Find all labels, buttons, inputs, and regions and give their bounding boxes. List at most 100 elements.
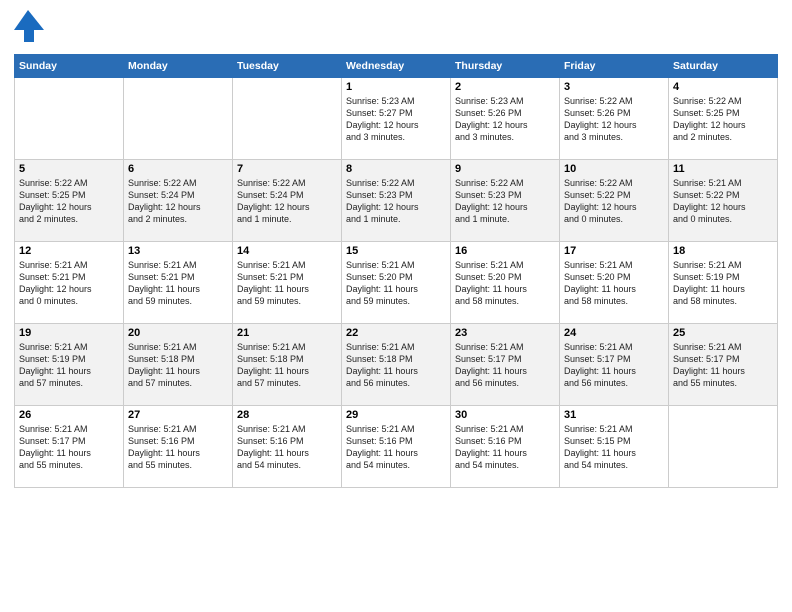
day-info: Sunrise: 5:21 AMSunset: 5:22 PMDaylight:…	[673, 177, 773, 226]
day-number: 11	[673, 163, 773, 175]
calendar-day-cell: 31 Sunrise: 5:21 AMSunset: 5:15 PMDayligh…	[560, 406, 669, 488]
day-info: Sunrise: 5:21 AMSunset: 5:18 PMDaylight:…	[346, 341, 446, 390]
calendar-week-row: 26 Sunrise: 5:21 AMSunset: 5:17 PMDayligh…	[15, 406, 778, 488]
day-info: Sunrise: 5:21 AMSunset: 5:20 PMDaylight:…	[455, 259, 555, 308]
day-number: 21	[237, 327, 337, 339]
day-info: Sunrise: 5:21 AMSunset: 5:21 PMDaylight:…	[19, 259, 119, 308]
calendar-table: SundayMondayTuesdayWednesdayThursdayFrid…	[14, 54, 778, 488]
calendar-day-cell: 7 Sunrise: 5:22 AMSunset: 5:24 PMDaylight…	[233, 160, 342, 242]
calendar-day-cell: 11 Sunrise: 5:21 AMSunset: 5:22 PMDayligh…	[669, 160, 778, 242]
day-info: Sunrise: 5:21 AMSunset: 5:21 PMDaylight:…	[128, 259, 228, 308]
weekday-header: Sunday	[15, 55, 124, 78]
day-number: 13	[128, 245, 228, 257]
day-number: 31	[564, 409, 664, 421]
calendar-day-cell: 14 Sunrise: 5:21 AMSunset: 5:21 PMDayligh…	[233, 242, 342, 324]
day-number: 25	[673, 327, 773, 339]
day-number: 28	[237, 409, 337, 421]
day-info: Sunrise: 5:21 AMSunset: 5:17 PMDaylight:…	[564, 341, 664, 390]
calendar-day-cell: 15Sunrise: 5:21 AMSunset: 5:20 PMDayligh…	[342, 242, 451, 324]
calendar-week-row: 5 Sunrise: 5:22 AMSunset: 5:25 PMDaylight…	[15, 160, 778, 242]
day-info: Sunrise: 5:21 AMSunset: 5:18 PMDaylight:…	[128, 341, 228, 390]
calendar-day-cell	[233, 78, 342, 160]
day-number: 18	[673, 245, 773, 257]
day-number: 4	[673, 81, 773, 93]
calendar-day-cell: 4 Sunrise: 5:22 AMSunset: 5:25 PMDaylight…	[669, 78, 778, 160]
day-number: 10	[564, 163, 664, 175]
day-info: Sunrise: 5:21 AMSunset: 5:20 PMDaylight:…	[564, 259, 664, 308]
calendar-day-cell: 30 Sunrise: 5:21 AMSunset: 5:16 PMDayligh…	[451, 406, 560, 488]
day-info: Sunrise: 5:22 AMSunset: 5:22 PMDaylight:…	[564, 177, 664, 226]
day-number: 17	[564, 245, 664, 257]
day-number: 26	[19, 409, 119, 421]
logo-icon	[14, 10, 44, 46]
day-number: 29	[346, 409, 446, 421]
day-info: Sunrise: 5:21 AMSunset: 5:18 PMDaylight:…	[237, 341, 337, 390]
day-number: 7	[237, 163, 337, 175]
calendar-week-row: 19 Sunrise: 5:21 AMSunset: 5:19 PMDayligh…	[15, 324, 778, 406]
day-number: 14	[237, 245, 337, 257]
day-info: Sunrise: 5:22 AMSunset: 5:23 PMDaylight:…	[455, 177, 555, 226]
day-number: 30	[455, 409, 555, 421]
day-info: Sunrise: 5:22 AMSunset: 5:25 PMDaylight:…	[19, 177, 119, 226]
calendar-day-cell	[669, 406, 778, 488]
calendar-day-cell: 3 Sunrise: 5:22 AMSunset: 5:26 PMDaylight…	[560, 78, 669, 160]
day-info: Sunrise: 5:22 AMSunset: 5:25 PMDaylight:…	[673, 95, 773, 144]
day-info: Sunrise: 5:22 AMSunset: 5:26 PMDaylight:…	[564, 95, 664, 144]
day-number: 9	[455, 163, 555, 175]
calendar-day-cell: 16 Sunrise: 5:21 AMSunset: 5:20 PMDayligh…	[451, 242, 560, 324]
day-number: 22	[346, 327, 446, 339]
day-number: 16	[455, 245, 555, 257]
day-number: 24	[564, 327, 664, 339]
day-number: 3	[564, 81, 664, 93]
calendar-day-cell	[15, 78, 124, 160]
calendar-day-cell: 19 Sunrise: 5:21 AMSunset: 5:19 PMDayligh…	[15, 324, 124, 406]
calendar-day-cell: 13 Sunrise: 5:21 AMSunset: 5:21 PMDayligh…	[124, 242, 233, 324]
calendar-week-row: 12 Sunrise: 5:21 AMSunset: 5:21 PMDayligh…	[15, 242, 778, 324]
day-number: 2	[455, 81, 555, 93]
day-info: Sunrise: 5:22 AMSunset: 5:24 PMDaylight:…	[128, 177, 228, 226]
calendar-day-cell: 8 Sunrise: 5:22 AMSunset: 5:23 PMDaylight…	[342, 160, 451, 242]
calendar-day-cell: 12 Sunrise: 5:21 AMSunset: 5:21 PMDayligh…	[15, 242, 124, 324]
day-number: 20	[128, 327, 228, 339]
day-info: Sunrise: 5:22 AMSunset: 5:24 PMDaylight:…	[237, 177, 337, 226]
calendar-day-cell: 6 Sunrise: 5:22 AMSunset: 5:24 PMDaylight…	[124, 160, 233, 242]
calendar-day-cell: 9 Sunrise: 5:22 AMSunset: 5:23 PMDaylight…	[451, 160, 560, 242]
calendar-day-cell: 23Sunrise: 5:21 AMSunset: 5:17 PMDayligh…	[451, 324, 560, 406]
day-number: 19	[19, 327, 119, 339]
calendar-header-row: SundayMondayTuesdayWednesdayThursdayFrid…	[15, 55, 778, 78]
weekday-header: Wednesday	[342, 55, 451, 78]
calendar-day-cell: 18 Sunrise: 5:21 AMSunset: 5:19 PMDayligh…	[669, 242, 778, 324]
calendar-day-cell: 2 Sunrise: 5:23 AMSunset: 5:26 PMDaylight…	[451, 78, 560, 160]
day-info: Sunrise: 5:21 AMSunset: 5:15 PMDaylight:…	[564, 423, 664, 472]
calendar-day-cell: 1Sunrise: 5:23 AMSunset: 5:27 PMDaylight…	[342, 78, 451, 160]
day-info: Sunrise: 5:21 AMSunset: 5:21 PMDaylight:…	[237, 259, 337, 308]
calendar-day-cell: 27 Sunrise: 5:21 AMSunset: 5:16 PMDayligh…	[124, 406, 233, 488]
day-number: 8	[346, 163, 446, 175]
calendar-day-cell: 28 Sunrise: 5:21 AMSunset: 5:16 PMDayligh…	[233, 406, 342, 488]
day-info: Sunrise: 5:21 AMSunset: 5:16 PMDaylight:…	[237, 423, 337, 472]
calendar-day-cell: 5 Sunrise: 5:22 AMSunset: 5:25 PMDaylight…	[15, 160, 124, 242]
day-info: Sunrise: 5:21 AMSunset: 5:17 PMDaylight:…	[673, 341, 773, 390]
day-info: Sunrise: 5:22 AMSunset: 5:23 PMDaylight:…	[346, 177, 446, 226]
weekday-header: Monday	[124, 55, 233, 78]
day-info: Sunrise: 5:21 AMSunset: 5:19 PMDaylight:…	[673, 259, 773, 308]
calendar-week-row: 1Sunrise: 5:23 AMSunset: 5:27 PMDaylight…	[15, 78, 778, 160]
calendar-day-cell: 22 Sunrise: 5:21 AMSunset: 5:18 PMDayligh…	[342, 324, 451, 406]
logo	[14, 10, 46, 46]
day-number: 12	[19, 245, 119, 257]
calendar-day-cell	[124, 78, 233, 160]
day-info: Sunrise: 5:21 AMSunset: 5:17 PMDaylight:…	[19, 423, 119, 472]
header	[14, 10, 778, 46]
calendar-day-cell: 21 Sunrise: 5:21 AMSunset: 5:18 PMDayligh…	[233, 324, 342, 406]
day-info: Sunrise: 5:21 AMSunset: 5:19 PMDaylight:…	[19, 341, 119, 390]
day-number: 23	[455, 327, 555, 339]
day-number: 5	[19, 163, 119, 175]
weekday-header: Friday	[560, 55, 669, 78]
day-number: 6	[128, 163, 228, 175]
day-info: Sunrise: 5:21 AMSunset: 5:16 PMDaylight:…	[455, 423, 555, 472]
day-number: 27	[128, 409, 228, 421]
day-info: Sunrise: 5:23 AMSunset: 5:26 PMDaylight:…	[455, 95, 555, 144]
day-info: Sunrise: 5:21 AMSunset: 5:16 PMDaylight:…	[128, 423, 228, 472]
calendar-day-cell: 25 Sunrise: 5:21 AMSunset: 5:17 PMDayligh…	[669, 324, 778, 406]
day-info: Sunrise: 5:23 AMSunset: 5:27 PMDaylight:…	[346, 95, 446, 144]
